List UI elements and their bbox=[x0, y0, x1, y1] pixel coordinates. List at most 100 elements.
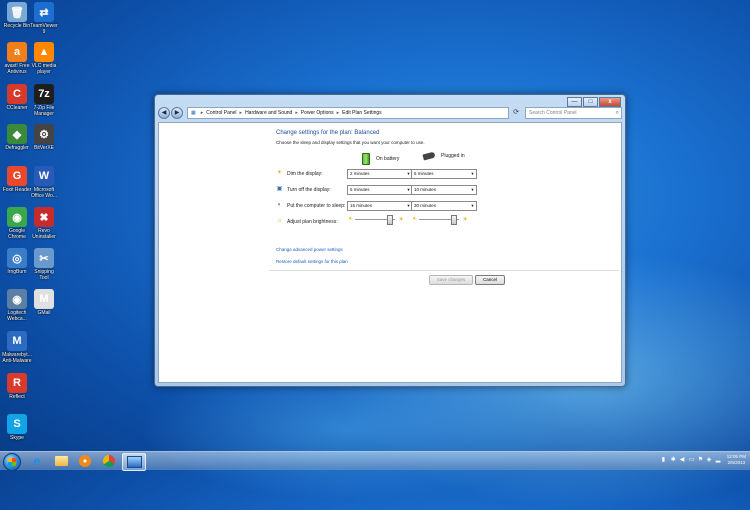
update-icon[interactable]: ◈ bbox=[707, 457, 713, 463]
windows-logo-icon bbox=[8, 458, 16, 466]
desktop-icon-label: Reflect bbox=[9, 394, 25, 400]
ccleaner-icon: C bbox=[7, 84, 27, 104]
revo-uninstaller-icon: ✖ bbox=[34, 207, 54, 227]
desktop-icon-ccleaner[interactable]: C CCleaner bbox=[2, 84, 32, 111]
volume-icon[interactable]: ◀ bbox=[680, 457, 686, 463]
brightness-row: ☼ Adjust plan brightness: bbox=[276, 218, 338, 225]
media-player-icon bbox=[79, 455, 91, 467]
control-panel-icon bbox=[126, 456, 142, 468]
advanced-settings-link[interactable]: Change advanced power settings bbox=[276, 247, 343, 252]
save-changes-button[interactable]: Save changes bbox=[429, 275, 473, 285]
close-button[interactable]: x bbox=[599, 97, 621, 107]
clock[interactable]: 12:05 PM 2/6/2013 bbox=[727, 454, 746, 466]
back-button[interactable]: ◀ bbox=[158, 107, 170, 119]
sleep-plugged-select[interactable]: 30 minutes ▼ bbox=[411, 201, 477, 211]
slider-thumb[interactable] bbox=[387, 214, 394, 225]
flag-icon[interactable]: ⚑ bbox=[698, 457, 704, 463]
turn-off-display-row: ▣ Turn off the display: bbox=[276, 186, 331, 193]
desktop-icon-gmail[interactable]: M GMail bbox=[29, 289, 59, 316]
restore-defaults-link[interactable]: Restore default settings for this plan bbox=[276, 259, 348, 264]
turn-off-display-battery-value: 5 minutes bbox=[350, 187, 370, 192]
breadcrumb-control-panel[interactable]: Control Panel bbox=[206, 108, 236, 118]
desktop-icon-irngburn[interactable]: ◎ IrngBurn bbox=[2, 248, 32, 275]
battery-tray-icon[interactable]: ▭ bbox=[689, 457, 695, 463]
turn-off-display-plugged-select[interactable]: 10 minutes ▼ bbox=[411, 185, 477, 195]
breadcrumb-hardware-sound[interactable]: Hardware and Sound bbox=[245, 108, 292, 118]
turn-off-display-battery-select[interactable]: 5 minutes ▼ bbox=[347, 185, 413, 195]
taskbar-control-panel[interactable] bbox=[122, 453, 146, 471]
desktop-icon-label: Defraggler bbox=[5, 145, 29, 151]
desktop-icon-snipping-tool[interactable]: ✂ Snipping Tool bbox=[29, 248, 59, 281]
brightness-battery-slider[interactable]: ☀ ☀ bbox=[348, 214, 404, 225]
desktop-icon-teamviewer-9[interactable]: ⇄ TeamViewer 9 bbox=[29, 2, 59, 35]
dim-display-plugged-select[interactable]: 5 minutes ▼ bbox=[411, 169, 477, 179]
desktop-icon-malwarebyt-anti-malware[interactable]: M Malwarebyt... Anti-Malware bbox=[2, 331, 32, 364]
plug-icon bbox=[422, 151, 436, 161]
desktop-icon-label: VLC media player bbox=[31, 63, 57, 75]
desktop-icon-defraggler[interactable]: ◆ Defraggler bbox=[2, 124, 32, 151]
sleep-battery-select[interactable]: 15 minutes ▼ bbox=[347, 201, 413, 211]
vlc-media-player-icon: ▲ bbox=[34, 42, 54, 62]
bright-sun-icon: ☀ bbox=[462, 216, 468, 223]
desktop-icon-label: Recycle Bin bbox=[3, 23, 31, 29]
desktop-icon-vlc-media-player[interactable]: ▲ VLC media player bbox=[29, 42, 59, 75]
breadcrumb-edit-plan[interactable]: Edit Plan Settings bbox=[342, 108, 381, 118]
taskbar-explorer[interactable] bbox=[50, 453, 72, 469]
slider-thumb[interactable] bbox=[451, 214, 458, 225]
minimize-button[interactable]: — bbox=[567, 97, 582, 107]
desktop-icon-microsoft-office-wo[interactable]: W Microsoft Office Wo... bbox=[29, 166, 59, 199]
breadcrumb-power-options[interactable]: Power Options bbox=[301, 108, 334, 118]
sleep-row: ◐ Put the computer to sleep: bbox=[276, 202, 346, 209]
start-button[interactable] bbox=[3, 453, 21, 471]
brightness-plugged-slider[interactable]: ☀ ☀ bbox=[412, 214, 468, 225]
brightness-icon: ☼ bbox=[276, 218, 283, 224]
refresh-icon[interactable]: ⟳ bbox=[511, 108, 521, 118]
search-input[interactable]: Search Control Panel ⌕ bbox=[525, 107, 622, 119]
desktop-icon-logitech-webca[interactable]: ◉ Logitech Webca... bbox=[2, 289, 32, 322]
desktop-icon-label: Skype bbox=[10, 435, 24, 441]
desktop-icon-google-chrome[interactable]: ◉ Google Chrome bbox=[2, 207, 32, 240]
bluetooth-icon[interactable]: ✱ bbox=[671, 457, 677, 463]
desktop-icon-label: Malwarebyt... Anti-Malware bbox=[2, 352, 32, 364]
cancel-button[interactable]: Cancel bbox=[475, 275, 505, 285]
desktop-icon-foxit-reader[interactable]: G Foxit Reader bbox=[2, 166, 32, 193]
turn-off-display-label: Turn off the display: bbox=[287, 186, 331, 193]
chevron-down-icon: ▼ bbox=[470, 203, 475, 208]
dim-display-plugged-value: 5 minutes bbox=[414, 171, 434, 176]
slider-track bbox=[355, 214, 396, 225]
desktop-icon-bitverxe[interactable]: ⚙ BitVerXE bbox=[29, 124, 59, 151]
turn-off-display-plugged-value: 10 minutes bbox=[414, 187, 437, 192]
signal-icon[interactable]: ▂ bbox=[716, 457, 722, 463]
desktop-icon-label: 7-Zip File Manager bbox=[33, 105, 55, 117]
defraggler-icon: ◆ bbox=[7, 124, 27, 144]
plugged-in-label: Plugged in bbox=[441, 153, 465, 159]
taskbar-media-player[interactable] bbox=[74, 453, 96, 469]
network-icon[interactable]: ▮ bbox=[662, 457, 668, 463]
battery-icon bbox=[362, 153, 370, 165]
dim-display-battery-select[interactable]: 2 minutes ▼ bbox=[347, 169, 413, 179]
chrome-icon bbox=[103, 455, 115, 467]
google-chrome-icon: ◉ bbox=[7, 207, 27, 227]
forward-button[interactable]: ▶ bbox=[171, 107, 183, 119]
taskbar-ie[interactable]: e bbox=[26, 453, 48, 469]
desktop-icon-label: GMail bbox=[37, 310, 51, 316]
page-title: Change settings for the plan: Balanced bbox=[276, 130, 380, 136]
maximize-button[interactable]: □ bbox=[583, 97, 598, 107]
on-battery-label: On battery bbox=[376, 156, 400, 162]
desktop-icon-7-zip-file-manager[interactable]: 7z 7-Zip File Manager bbox=[29, 84, 59, 117]
gmail-icon: M bbox=[34, 289, 54, 309]
desktop-icon-revo-uninstaller[interactable]: ✖ Revo Uninstaller bbox=[29, 207, 59, 240]
taskbar: e ▮ ✱ ◀ ▭ ⚑ ◈ ▂ 12:05 PM 2/6/2013 bbox=[0, 451, 750, 471]
sleep-icon: ◐ bbox=[277, 202, 282, 208]
desktop-icon-label: Revo Uninstaller bbox=[32, 228, 56, 240]
desktop-icon-reflect[interactable]: R Reflect bbox=[2, 373, 32, 400]
desktop-icon-label: avast! Free Antivirus bbox=[4, 63, 30, 75]
desktop-icon-avast-free-antivirus[interactable]: a avast! Free Antivirus bbox=[2, 42, 32, 75]
desktop-icon-label: Microsoft Office Wo... bbox=[31, 187, 57, 199]
address-bar[interactable]: ▦ ▸ Control Panel ▸ Hardware and Sound ▸ Po… bbox=[187, 107, 509, 119]
dim-sun-icon: ☀ bbox=[348, 216, 353, 222]
reflect-icon: R bbox=[7, 373, 27, 393]
taskbar-chrome[interactable] bbox=[98, 453, 120, 469]
desktop-icon-skype[interactable]: S Skype bbox=[2, 414, 32, 441]
desktop-icon-recycle-bin[interactable]: 🗑 Recycle Bin bbox=[2, 2, 32, 29]
